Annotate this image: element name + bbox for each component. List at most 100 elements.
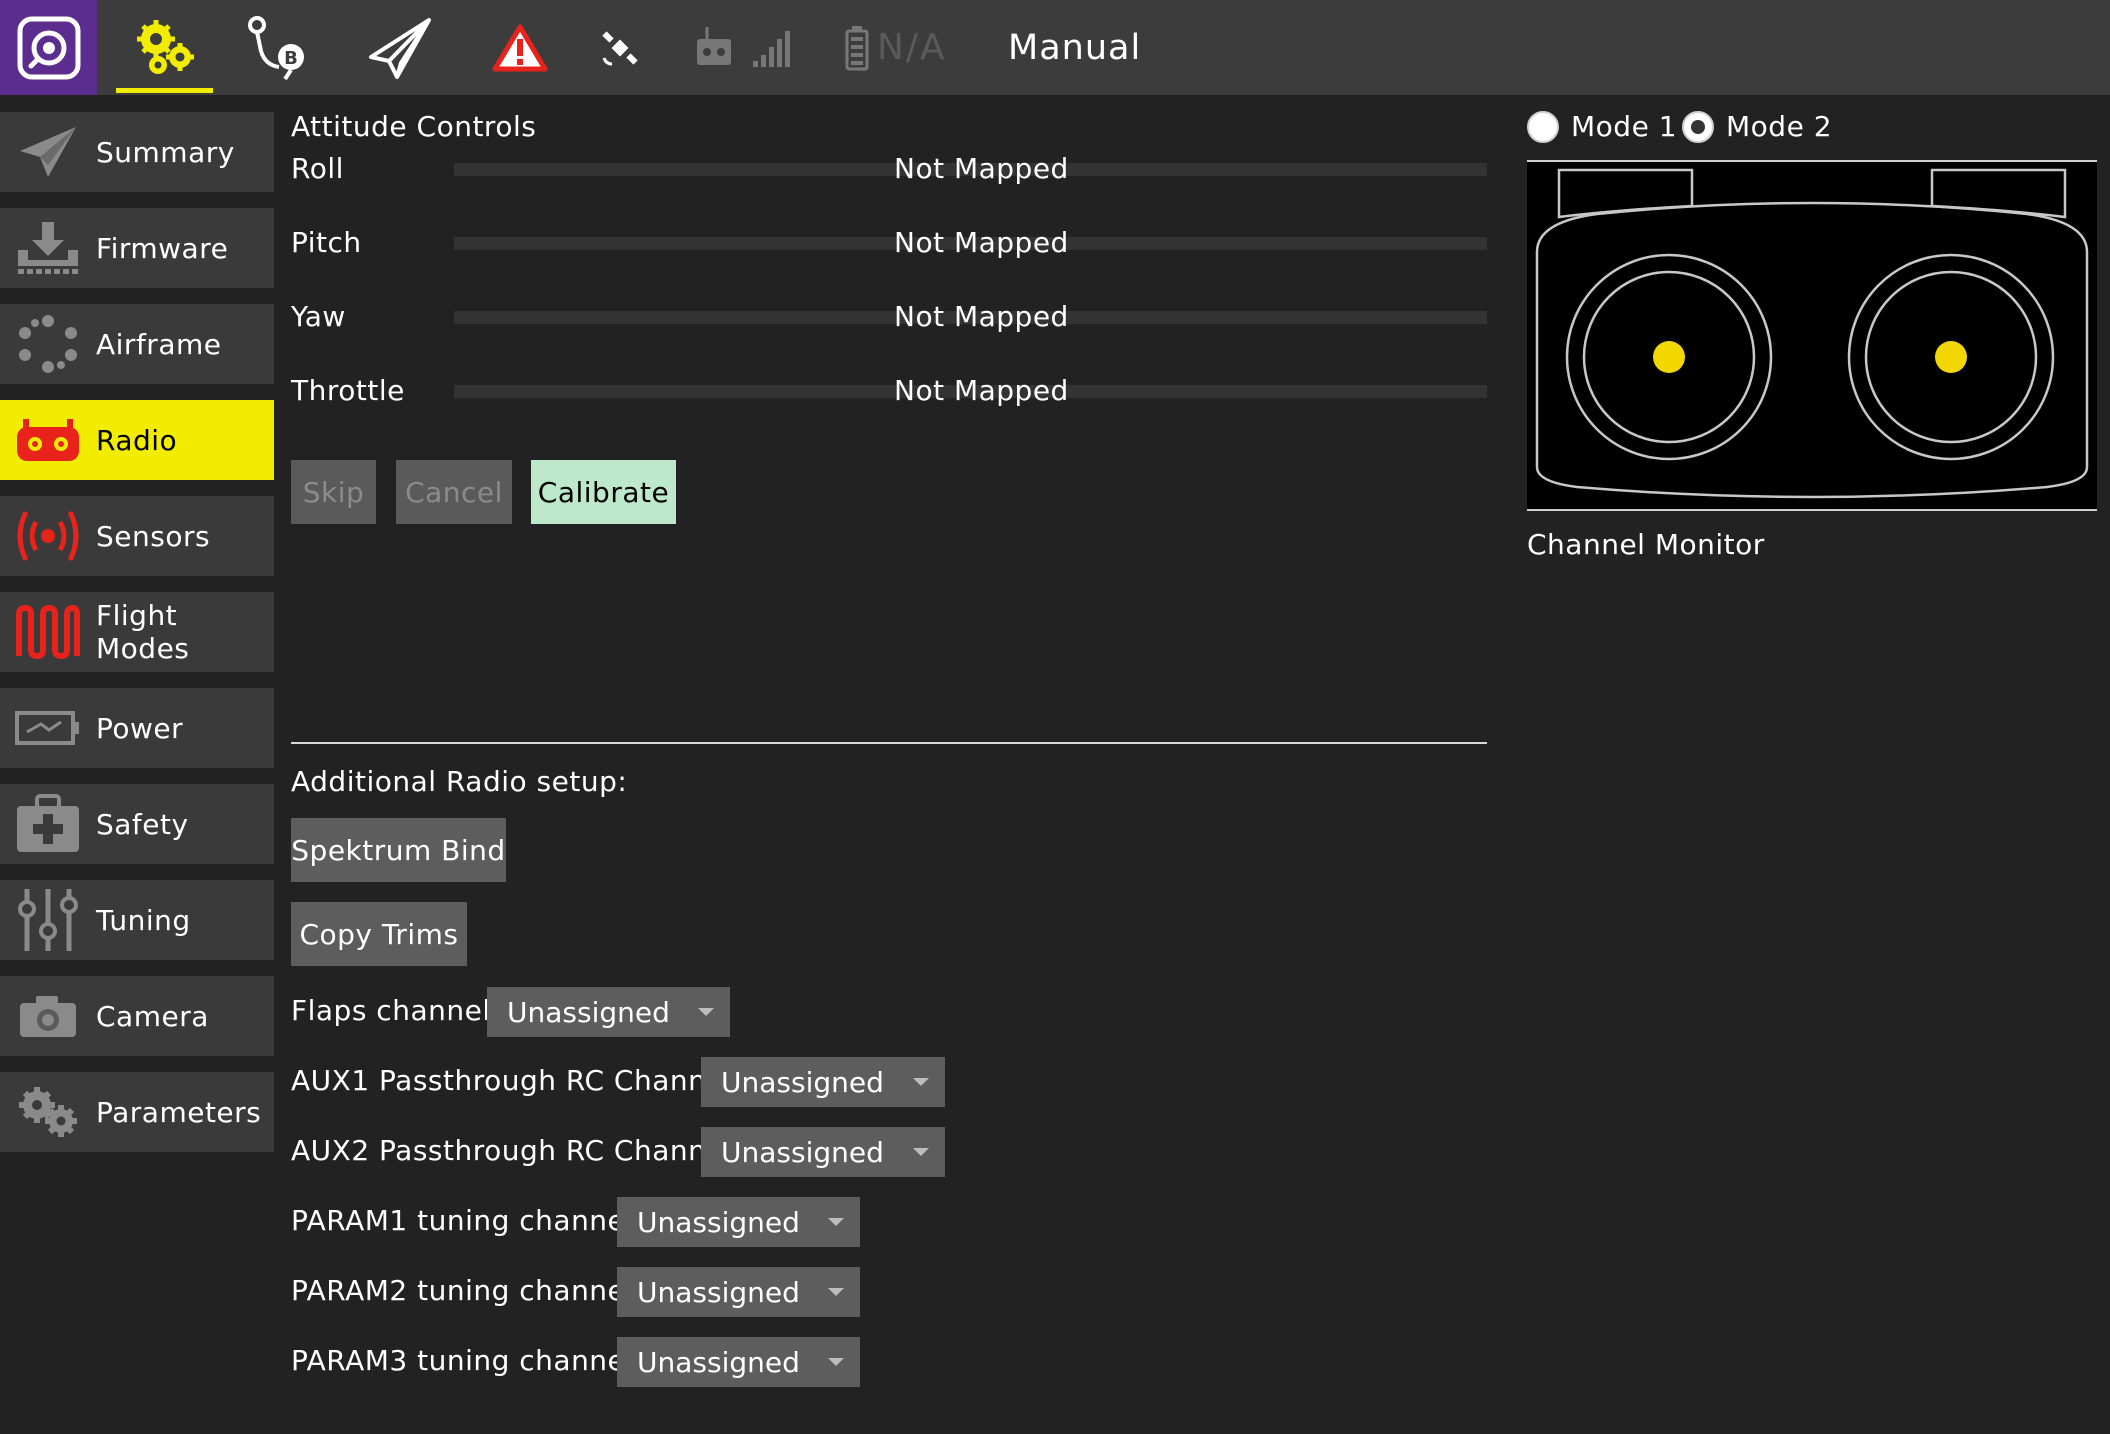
chevron-down-icon [913,1148,929,1156]
cancel-button[interactable]: Cancel [396,460,512,524]
aux2-channel-value: Unassigned [721,1135,884,1169]
svg-text:B: B [284,48,298,69]
plan-waypoint-icon[interactable]: B [240,0,320,95]
sidebar-item-parameters[interactable]: Parameters [0,1072,274,1152]
fly-paper-plane-icon[interactable] [360,0,440,95]
sidebar-item-label: Camera [96,999,209,1033]
radio-checked-icon [1682,110,1714,143]
sidebar-item-tuning[interactable]: Tuning [0,880,274,960]
parameters-gears-icon [0,1072,96,1152]
flight-modes-wave-icon [0,592,96,672]
radio-icon [0,400,96,480]
spektrum-bind-button[interactable]: Spektrum Bind [291,818,506,882]
power-battery-icon [0,688,96,768]
qgc-logo-icon[interactable] [0,0,97,95]
pitch-status: Not Mapped [894,226,1069,259]
aux2-channel-label: AUX2 Passthrough RC Channel: [291,1134,743,1167]
yaw-label: Yaw [291,300,346,333]
camera-icon [0,976,96,1056]
roll-status: Not Mapped [894,152,1069,185]
sidebar-item-label: Safety [96,807,189,841]
sidebar-item-camera[interactable]: Camera [0,976,274,1056]
sidebar-item-airframe[interactable]: Airframe [0,304,274,384]
chevron-down-icon [913,1078,929,1086]
aux1-channel-select[interactable]: Unassigned [701,1057,945,1107]
transmitter-body-outline [1535,201,2089,499]
param1-channel-label: PARAM1 tuning channel: [291,1204,644,1237]
sidebar-item-label: Tuning [96,903,191,937]
battery-icon [845,25,869,70]
aux2-channel-select[interactable]: Unassigned [701,1127,945,1177]
chevron-down-icon [828,1218,844,1226]
sidebar-item-power[interactable]: Power [0,688,274,768]
throttle-label: Throttle [291,374,405,407]
param3-channel-label: PARAM3 tuning channel: [291,1344,644,1377]
battery-indicator[interactable]: N/A [845,0,975,95]
sidebar-item-label: Sensors [96,519,211,553]
setup-gears-icon[interactable] [116,0,213,95]
throttle-status: Not Mapped [894,374,1069,407]
mode2-label: Mode 2 [1726,110,1833,143]
roll-label: Roll [291,152,344,185]
calibrate-button[interactable]: Calibrate [531,460,676,524]
param2-channel-value: Unassigned [637,1275,800,1309]
sidebar-item-flight-modes[interactable]: Flight Modes [0,592,274,672]
warning-icon[interactable] [480,0,560,95]
top-toolbar: B N/A Manual [0,0,2110,95]
safety-medkit-icon [0,784,96,864]
sidebar-item-label: Airframe [96,327,222,361]
sidebar-item-label: Radio [96,423,178,457]
rc-transmitter-icon[interactable] [690,0,800,95]
mode1-radio[interactable]: Mode 1 [1527,110,1677,143]
battery-text: N/A [877,27,947,68]
chevron-down-icon [828,1288,844,1296]
sidebar-item-firmware[interactable]: Firmware [0,208,274,288]
param1-channel-select[interactable]: Unassigned [617,1197,860,1247]
additional-setup-title: Additional Radio setup: [291,765,628,798]
right-shoulder-outline [1930,168,2067,219]
active-tab-underline [116,88,213,93]
param3-channel-select[interactable]: Unassigned [617,1337,860,1387]
yaw-status: Not Mapped [894,300,1069,333]
chevron-down-icon [828,1358,844,1366]
param2-channel-label: PARAM2 tuning channel: [291,1274,644,1307]
sidebar-item-label: Flight Modes [96,599,190,665]
sidebar-item-label: Firmware [96,231,229,265]
sidebar-item-label: Summary [96,135,235,169]
flaps-channel-select[interactable]: Unassigned [487,987,730,1037]
gps-satellite-icon[interactable] [590,0,650,95]
aux1-channel-label: AUX1 Passthrough RC Channel: [291,1064,743,1097]
sidebar-item-radio[interactable]: Radio [0,400,274,480]
radio-unchecked-icon [1527,110,1559,143]
flaps-channel-value: Unassigned [507,995,670,1029]
mode2-radio[interactable]: Mode 2 [1682,110,1832,143]
param3-channel-value: Unassigned [637,1345,800,1379]
copy-trims-button[interactable]: Copy Trims [291,902,467,966]
mode1-label: Mode 1 [1571,110,1678,143]
param2-channel-select[interactable]: Unassigned [617,1267,860,1317]
left-shoulder-outline [1557,168,1694,219]
sensors-icon [0,496,96,576]
aux1-channel-value: Unassigned [721,1065,884,1099]
right-stick-position [1935,341,1967,373]
attitude-controls-title: Attitude Controls [291,110,537,143]
sidebar-item-safety[interactable]: Safety [0,784,274,864]
sidebar-item-label: Power [96,711,184,745]
tuning-sliders-icon [0,880,96,960]
left-stick-position [1653,341,1685,373]
param1-channel-value: Unassigned [637,1205,800,1239]
flight-mode-selector[interactable]: Manual [1008,0,1168,95]
chevron-down-icon [698,1008,714,1016]
paper-plane-icon [0,112,96,192]
section-divider [291,742,1487,744]
channel-monitor-label: Channel Monitor [1527,528,1765,561]
sidebar-item-label: Parameters [96,1095,262,1129]
sidebar-item-sensors[interactable]: Sensors [0,496,274,576]
sidebar-item-summary[interactable]: Summary [0,112,274,192]
skip-button[interactable]: Skip [291,460,376,524]
signal-strength-icon [753,30,790,67]
airframe-dots-icon [0,304,96,384]
flaps-channel-label: Flaps channel: [291,994,501,1027]
pitch-label: Pitch [291,226,362,259]
transmitter-stick-display [1527,160,2097,511]
